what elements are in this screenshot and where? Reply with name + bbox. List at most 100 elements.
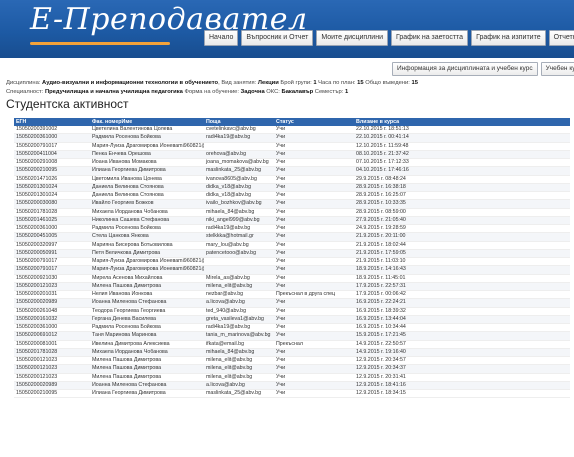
info-value: 15 bbox=[411, 80, 418, 86]
app-header: E-Преподавател Начало Въпросник и Отчет Мо… bbox=[0, 0, 574, 58]
email-column-header[interactable]: Поща bbox=[204, 118, 274, 126]
info-label: Форма на обучение: bbox=[182, 88, 240, 95]
top-nav-button[interactable]: График на заетостта bbox=[390, 30, 469, 46]
table-row: 15050200121023 Милена Пашова Димитрова mil… bbox=[14, 364, 570, 374]
student-name-cell: Йоанна Миленова Стефанова bbox=[90, 381, 204, 391]
email-cell: milena_elit@abv.bg bbox=[204, 364, 274, 374]
status-column-header[interactable]: Статус bbox=[274, 118, 354, 126]
course-entry-cell: 22.10.2015 г. 18:51:13 bbox=[354, 126, 570, 135]
status-cell: Учи bbox=[274, 331, 354, 341]
email-cell bbox=[204, 142, 274, 151]
course-entry-cell: 16.9.2015 г. 22:24:21 bbox=[354, 298, 570, 308]
status-cell: Учи bbox=[274, 199, 354, 209]
student-name-cell: Илиана Георгиева Димитрова bbox=[90, 166, 204, 176]
email-cell: maslinkata_25@abv.bg bbox=[204, 389, 274, 399]
email-cell: milena_elit@abv.bg bbox=[204, 282, 274, 292]
email-cell: orehova@abv.bg bbox=[204, 150, 274, 160]
course-entry-cell: 16.9.2015 г. 18:39:32 bbox=[354, 307, 570, 316]
course-entry-cell: 14.9.2015 г. 19:16:40 bbox=[354, 348, 570, 358]
course-entry-column-header[interactable]: Влизане в курса bbox=[354, 118, 570, 126]
top-nav-button[interactable]: Моите дисциплини bbox=[316, 30, 388, 46]
egn-cell: 15050200210095 bbox=[14, 166, 90, 176]
student-name-cell: Николинка Сашева Стефанова bbox=[90, 216, 204, 226]
egn-cell: 15050200361000 bbox=[14, 323, 90, 333]
course-entry-cell: 16.9.2015 г. 10:34:44 bbox=[354, 323, 570, 333]
egn-cell: 15050200320997 bbox=[14, 241, 90, 250]
email-cell: milena_elit@abv.bg bbox=[204, 356, 274, 366]
table-row: 15050200691012 Таня Маринова Маринова tani… bbox=[14, 331, 570, 341]
top-navigation: Начало Въпросник и Отчет Моите дисциплини Г… bbox=[204, 30, 574, 46]
student-name-cell: Радмила Росенова Бойкова bbox=[90, 133, 204, 143]
egn-cell: 15050200391002 bbox=[14, 126, 90, 135]
status-cell: Учи bbox=[274, 232, 354, 242]
student-name-cell: Милена Пашова Димитрова bbox=[90, 364, 204, 374]
table-row: 15050201461025 Николинка Сашева Стефанова… bbox=[14, 216, 570, 226]
status-cell: Учи bbox=[274, 282, 354, 292]
egn-cell: 15050200081001 bbox=[14, 340, 90, 349]
info-value: Бакалавър bbox=[281, 88, 314, 95]
course-entry-cell: 12.9.2015 г. 20:34:57 bbox=[354, 356, 570, 366]
course-entry-cell: 28.9.2015 г. 16:25:07 bbox=[354, 191, 570, 201]
top-nav-button[interactable]: Отчетни справки bbox=[548, 30, 574, 46]
info-label: Дисциплина: bbox=[6, 80, 41, 86]
top-nav-button[interactable]: Въпросник и Отчет bbox=[241, 30, 314, 46]
status-cell: Учи bbox=[274, 150, 354, 160]
course-entry-cell: 08.10.2015 г. 21:37:42 bbox=[354, 150, 570, 160]
page-title: Студентска активност bbox=[6, 97, 129, 111]
course-entry-cell: 04.10.2015 г. 17:46:16 bbox=[354, 166, 570, 176]
email-cell: ifkata@email.bg bbox=[204, 340, 274, 349]
student-name-cell: Мирела Асенова Михайлова bbox=[90, 274, 204, 283]
info-value: Задочна bbox=[240, 88, 265, 95]
table-row: 15050200161032 Гергана Денева Василева gre… bbox=[14, 315, 570, 325]
table-row: 15050200261048 Теодора Георгиева Георгиев… bbox=[14, 307, 570, 316]
top-nav-button[interactable]: График на изпитите bbox=[471, 30, 546, 46]
egn-cell: 15050200361000 bbox=[14, 224, 90, 234]
status-cell: Учи bbox=[274, 381, 354, 391]
table-row: 15050200291008 Йоана Иванова Момакова joan… bbox=[14, 158, 570, 168]
egn-column-header[interactable]: ЕГН bbox=[14, 118, 90, 126]
egn-cell: 15050201781028 bbox=[14, 348, 90, 358]
status-cell: Учи bbox=[274, 142, 354, 151]
egn-cell: 15050201301024 bbox=[14, 183, 90, 193]
status-cell: Учи bbox=[274, 356, 354, 366]
email-cell: milena_elit@abv.bg bbox=[204, 373, 274, 382]
email-cell: niki_angel999@abv.bg bbox=[204, 216, 274, 226]
egn-cell: 15050200291008 bbox=[14, 158, 90, 168]
email-cell: radi4ka19@abv.bg bbox=[204, 224, 274, 234]
table-header-row: ЕГН Фак. номерИме Поща Статус Влизане в курс… bbox=[14, 118, 570, 126]
egn-cell: 15050200020989 bbox=[14, 298, 90, 308]
table-row: 15050200030080 Ивайло Георгиев Божков ivai… bbox=[14, 199, 570, 209]
name-column-header[interactable]: Фак. номерИме bbox=[90, 118, 204, 126]
sub-nav-button[interactable]: Учебен курс bbox=[540, 62, 574, 76]
student-name-cell: Нелия Иванова Йонкова bbox=[90, 290, 204, 300]
table-row: 15050200121023 Милена Пашова Димитрова mil… bbox=[14, 356, 570, 366]
student-name-cell: Пенка Енчева Орешова bbox=[90, 150, 204, 160]
egn-cell: 15050201471026 bbox=[14, 175, 90, 184]
table-row: 15050200361000 Радмила Росенова Бойкова ra… bbox=[14, 323, 570, 333]
egn-cell: 15050200161032 bbox=[14, 315, 90, 325]
info-label: ОКС: bbox=[264, 88, 280, 95]
status-cell: Учи bbox=[274, 249, 354, 259]
student-name-cell: Таня Маринова Маринова bbox=[90, 331, 204, 341]
email-cell: tania_m_marinova@abv.bg bbox=[204, 331, 274, 341]
course-entry-cell: 22.10.2015 г. 00:41:14 bbox=[354, 133, 570, 143]
email-cell: nezbar@abv.bg bbox=[204, 290, 274, 300]
egn-cell: 15050200210095 bbox=[14, 389, 90, 399]
top-nav-button[interactable]: Начало bbox=[204, 30, 239, 46]
status-cell: Учи bbox=[274, 323, 354, 333]
status-cell: Учи bbox=[274, 126, 354, 135]
table-row: 15050200411004 Пенка Енчева Орешова orehov… bbox=[14, 150, 570, 160]
course-entry-cell: 18.9.2015 г. 11:45:01 bbox=[354, 274, 570, 283]
status-cell: Учи bbox=[274, 166, 354, 176]
sub-nav-button[interactable]: Информация за дисциплината и учебен курс bbox=[392, 62, 538, 76]
course-entry-cell: 29.9.2015 г. 08:48:24 bbox=[354, 175, 570, 184]
email-cell: radi4ka19@abv.bg bbox=[204, 133, 274, 143]
email-cell: mary_lou@abv.bg bbox=[204, 241, 274, 250]
status-cell: Учи bbox=[274, 224, 354, 234]
status-cell: Учи bbox=[274, 364, 354, 374]
table-row: 15050201301024 Даниела Велинова Стоянова d… bbox=[14, 183, 570, 193]
student-name-cell: Ивелина Димитрова Алексиева bbox=[90, 340, 204, 349]
student-name-cell: Стела Цанкова Янкова bbox=[90, 232, 204, 242]
student-name-cell: Михаела Йорданова Чобанова bbox=[90, 348, 204, 358]
egn-cell: 15050200121023 bbox=[14, 373, 90, 382]
